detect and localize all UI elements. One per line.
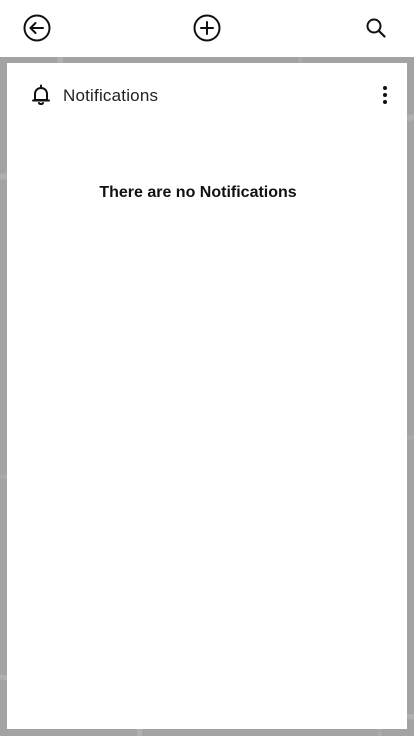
- plus-circle-icon: [193, 14, 221, 42]
- vertical-ellipsis-icon[interactable]: [373, 81, 397, 109]
- arrow-left-circle-icon: [23, 14, 51, 42]
- empty-state-message: There are no Notifications: [99, 184, 297, 201]
- top-app-bar: [0, 0, 414, 57]
- add-button[interactable]: [191, 12, 223, 44]
- search-button[interactable]: [360, 12, 392, 44]
- panel-title: Notifications: [63, 86, 159, 105]
- back-button[interactable]: [21, 12, 53, 44]
- panel-header: Notifications: [7, 79, 407, 111]
- search-icon: [366, 18, 386, 38]
- notifications-panel: Notifications There are no Notifications: [7, 63, 407, 729]
- bell-icon: [32, 84, 50, 106]
